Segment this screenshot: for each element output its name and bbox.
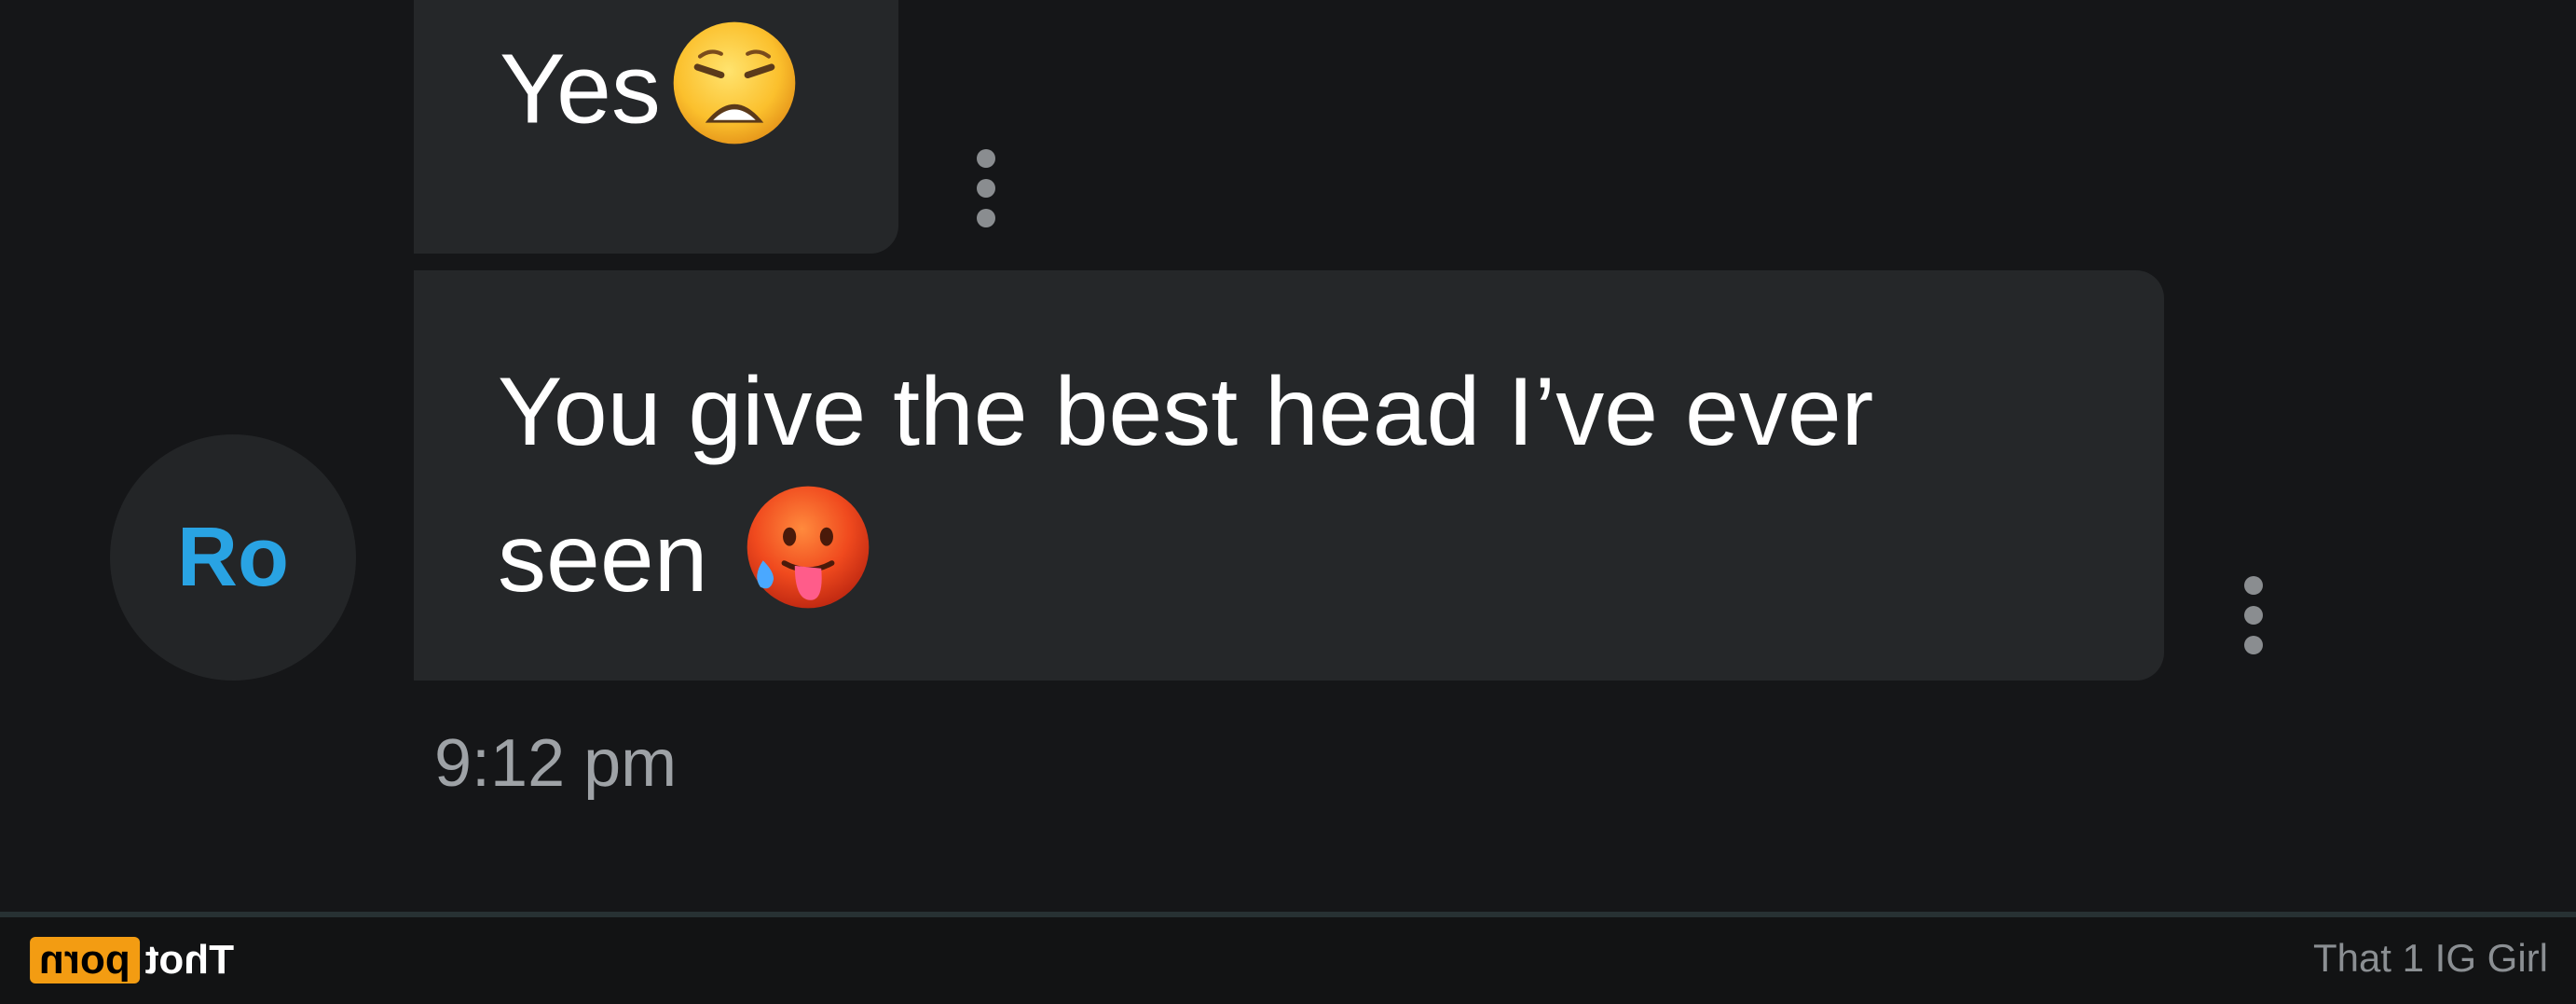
- caption: That 1 IG Girl: [2312, 936, 2548, 980]
- message-text: You give the best head I’ve ever seen: [498, 358, 1874, 612]
- message-bubble-yes[interactable]: Yes: [414, 0, 898, 254]
- logo-text-part2: porn: [30, 937, 140, 983]
- chat-thread: Yes Ro You give the best head I’ve ever …: [0, 0, 2576, 912]
- watermark-logo: Thot porn: [30, 932, 234, 988]
- message-options-icon[interactable]: [975, 149, 997, 227]
- message-options-icon[interactable]: [2242, 576, 2265, 654]
- avatar[interactable]: Ro: [110, 434, 356, 681]
- logo-text-part1: Thot: [144, 937, 235, 983]
- message-text: Yes: [500, 34, 661, 144]
- hot-face-icon: [742, 481, 874, 650]
- watermark-bar: Thot porn That 1 IG Girl: [0, 917, 2576, 1004]
- avatar-initials: Ro: [177, 510, 289, 604]
- weary-face-icon: [668, 17, 801, 176]
- message-bubble-main[interactable]: You give the best head I’ve ever seen: [414, 270, 2164, 681]
- message-timestamp: 9:12 pm: [434, 726, 678, 801]
